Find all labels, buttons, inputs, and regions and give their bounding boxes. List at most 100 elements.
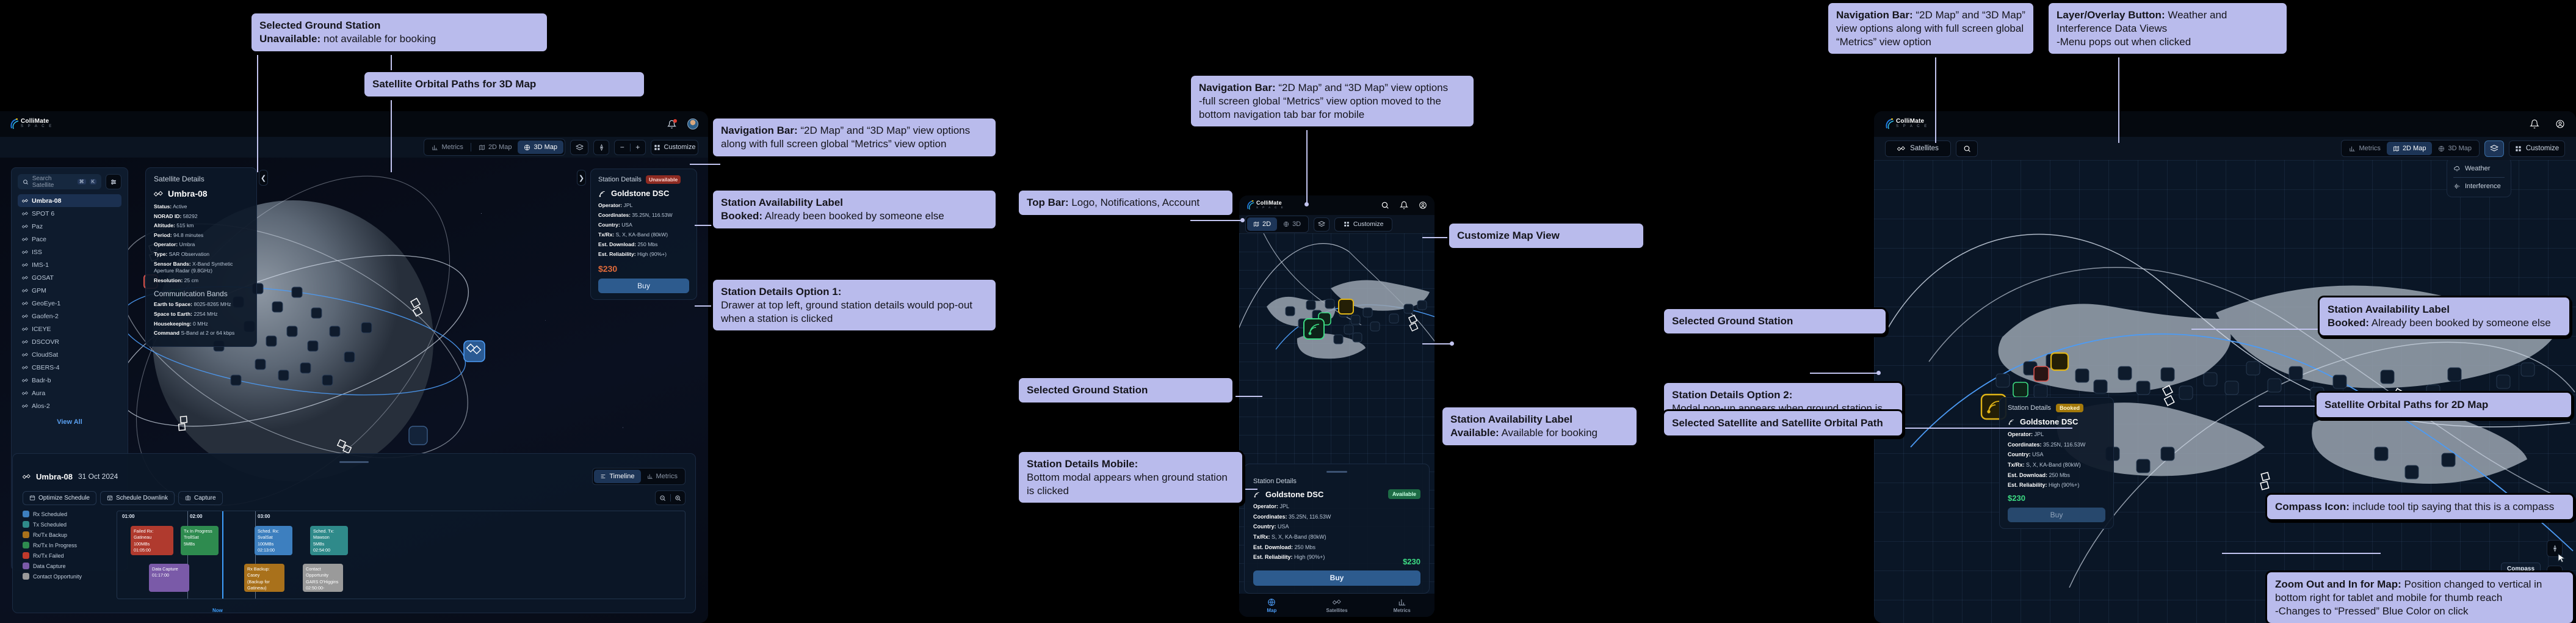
tablet-tab-metrics[interactable]: Metrics — [2343, 142, 2386, 155]
mobile-customize-button[interactable]: Customize — [1334, 217, 1392, 231]
timeline-event[interactable]: Contact OpportunityGARS O'Higgins02:50:0… — [303, 564, 343, 592]
satellite-list-item[interactable]: Badr-b — [18, 374, 121, 387]
view-all-link[interactable]: View All — [18, 418, 121, 426]
satellite-list-item[interactable]: Gaofen-2 — [18, 310, 121, 322]
detail-value: 94.8 minutes — [173, 232, 203, 238]
search-input[interactable]: Search Satellite ⌘ K — [18, 174, 101, 189]
satellite-list-item[interactable]: GOSAT — [18, 271, 121, 284]
satellite-list-item[interactable]: GPM — [18, 284, 121, 297]
satellite-list-item[interactable]: GeoEye-1 — [18, 297, 121, 310]
detail-value: High (90%+) — [1294, 554, 1325, 560]
buy-button[interactable]: Buy — [598, 279, 689, 293]
leader-line — [257, 30, 258, 172]
annotation-callout: Selected Ground StationUnavailable: not … — [251, 13, 547, 51]
timeline-action-button[interactable]: Optimize Schedule — [23, 491, 96, 505]
tablet-satellites-label: Satellites — [1910, 145, 1939, 152]
detail-key: Earth to Space: — [154, 301, 192, 307]
timeline-satellite-name: Umbra-08 — [36, 472, 73, 481]
tab-timeline[interactable]: Timeline — [594, 470, 640, 483]
timeline-event[interactable]: Failed Rx: Gatineau100MBs01:05:00 — [131, 526, 173, 555]
tablet-customize-button[interactable]: Customize — [2509, 140, 2565, 157]
mobile-tab-3d[interactable]: 3D — [1277, 217, 1307, 231]
mobile-2d-map[interactable]: Station Details Goldstone DSC Available … — [1239, 233, 1435, 617]
timeline-grid[interactable]: 01:0002:0003:00 Failed Rx: Gatineau100MB… — [117, 511, 686, 599]
tab-metrics[interactable]: Metrics — [425, 140, 469, 154]
tablet-layers-icon[interactable] — [2484, 140, 2504, 157]
leader-line — [1190, 220, 1242, 221]
mobile-station-name: Goldstone DSC — [1265, 490, 1323, 499]
annotation-head: Layer/Overlay Button: — [2057, 9, 2165, 21]
satellite-list-item[interactable]: ICEYE — [18, 322, 121, 335]
satellite-icon — [22, 262, 28, 268]
legend-label: Rx/Tx In Progress — [33, 542, 77, 548]
tab-2d-map[interactable]: 2D Map — [472, 140, 518, 154]
legend-item: Rx/Tx In Progress — [23, 542, 108, 548]
tablet-account-icon[interactable] — [2555, 119, 2565, 129]
mobile-drag-handle[interactable] — [1326, 471, 1347, 473]
satellite-list-item[interactable]: Pace — [18, 233, 121, 246]
avatar[interactable] — [687, 118, 698, 129]
bottom-nav-metrics[interactable]: Metrics — [1369, 598, 1435, 613]
layer-menu-weather[interactable]: Weather — [2453, 163, 2505, 174]
detail-value: JPL — [624, 202, 633, 208]
desktop-3d-map[interactable]: Search Satellite ⌘ K Umbra-08SPOT 6PazPa… — [0, 158, 708, 623]
timeline-event[interactable]: Sched. Tx: Mawson5MBs02:54:00 — [310, 526, 348, 555]
tablet-logo[interactable]: ColliMate S P A C E — [1885, 118, 1928, 130]
layers-icon[interactable] — [570, 140, 588, 155]
satellite-list-item[interactable]: CloudSat — [18, 348, 121, 361]
timeline-event[interactable]: Sched. Rx: SvalSat100MBs02:13:00 — [255, 526, 292, 555]
filter-button[interactable] — [106, 174, 121, 189]
annotation-callout: Selected Ground Station — [1664, 309, 1886, 333]
zoom-out-button[interactable]: − — [615, 143, 630, 151]
timeline-action-button[interactable]: Schedule Downlink — [100, 491, 175, 505]
tablet-search-icon[interactable] — [1956, 140, 1978, 157]
tab-timeline-metrics[interactable]: Metrics — [641, 470, 684, 483]
bottom-nav-map[interactable]: Map — [1239, 598, 1304, 613]
logo[interactable]: ColliMate S P A C E — [10, 118, 53, 130]
comm-band-rows: Earth to Space: 8025-8265 MHzSpace to Ea… — [154, 301, 248, 337]
drag-handle[interactable] — [339, 461, 369, 463]
satellite-list-item[interactable]: CBERS-4 — [18, 361, 121, 374]
tablet-notifications-bell-icon[interactable] — [2530, 119, 2539, 129]
mobile-account-icon[interactable] — [1419, 201, 1427, 209]
compass-icon[interactable] — [593, 140, 609, 155]
tablet-buy-button[interactable]: Buy — [2008, 508, 2105, 522]
collapse-left-drawer-button[interactable]: ❮ — [259, 170, 268, 186]
tablet-tab-2d-map[interactable]: 2D Map — [2387, 142, 2433, 155]
timeline-event[interactable]: Rx Backup: Casey(Backup for Gatineau)02:… — [244, 564, 284, 592]
mobile-notifications-bell-icon[interactable] — [1400, 201, 1408, 209]
satellite-list-item[interactable]: DSCOVR — [18, 335, 121, 348]
tab-3d-map[interactable]: 3D Map — [518, 140, 563, 154]
annotation-callout: Compass Icon: include tool tip saying th… — [2267, 495, 2573, 519]
satellite-list-item[interactable]: SPOT 6 — [18, 207, 121, 220]
tablet-satellites-button[interactable]: Satellites — [1885, 140, 1951, 157]
mobile-buy-button[interactable]: Buy — [1253, 570, 1420, 586]
mobile-layers-icon[interactable] — [1314, 217, 1330, 231]
timeline-event[interactable]: Tx In ProgressTrollSat5MBs — [181, 526, 219, 555]
timeline-event[interactable]: Data Capture01:17:00 — [149, 564, 189, 592]
notifications-bell-icon[interactable] — [667, 120, 676, 129]
annotation-head: Selected Ground Station — [259, 20, 380, 31]
detail-row: Country: USA — [1253, 523, 1420, 530]
timeline-zoom-out-button[interactable] — [656, 495, 670, 501]
bottom-nav-satellites[interactable]: Satellites — [1304, 598, 1370, 613]
timeline-action-button[interactable]: Capture — [178, 491, 223, 505]
satellite-list-item[interactable]: Aura — [18, 387, 121, 399]
tablet-tab-3d-map[interactable]: 3D Map — [2432, 142, 2478, 155]
layer-menu-interference[interactable]: Interference — [2453, 181, 2505, 192]
satellite-list-item[interactable]: Paz — [18, 220, 121, 233]
zoom-in-button[interactable]: + — [631, 143, 646, 151]
satellite-list-item[interactable]: IMS-1 — [18, 258, 121, 271]
collapse-right-drawer-button[interactable]: ❯ — [577, 170, 586, 186]
timeline-zoom-in-button[interactable] — [671, 495, 686, 501]
satellite-list-item-label: DSCOVR — [32, 338, 59, 346]
mobile-search-icon[interactable] — [1381, 201, 1389, 209]
satellite-list-item[interactable]: Alos-2 — [18, 399, 121, 412]
customize-button[interactable]: Customize — [651, 140, 698, 155]
mobile-tab-2d[interactable]: 2D — [1247, 217, 1277, 231]
mobile-logo[interactable]: ColliMate S P A C E — [1246, 200, 1285, 211]
satellite-list-item[interactable]: ISS — [18, 246, 121, 258]
satellite-list-item[interactable]: Umbra-08 — [18, 194, 121, 207]
timeline-metrics-segment: Timeline Metrics — [592, 468, 686, 485]
station-details-panel: Station Details Unavailable Goldstone DS… — [590, 169, 697, 300]
